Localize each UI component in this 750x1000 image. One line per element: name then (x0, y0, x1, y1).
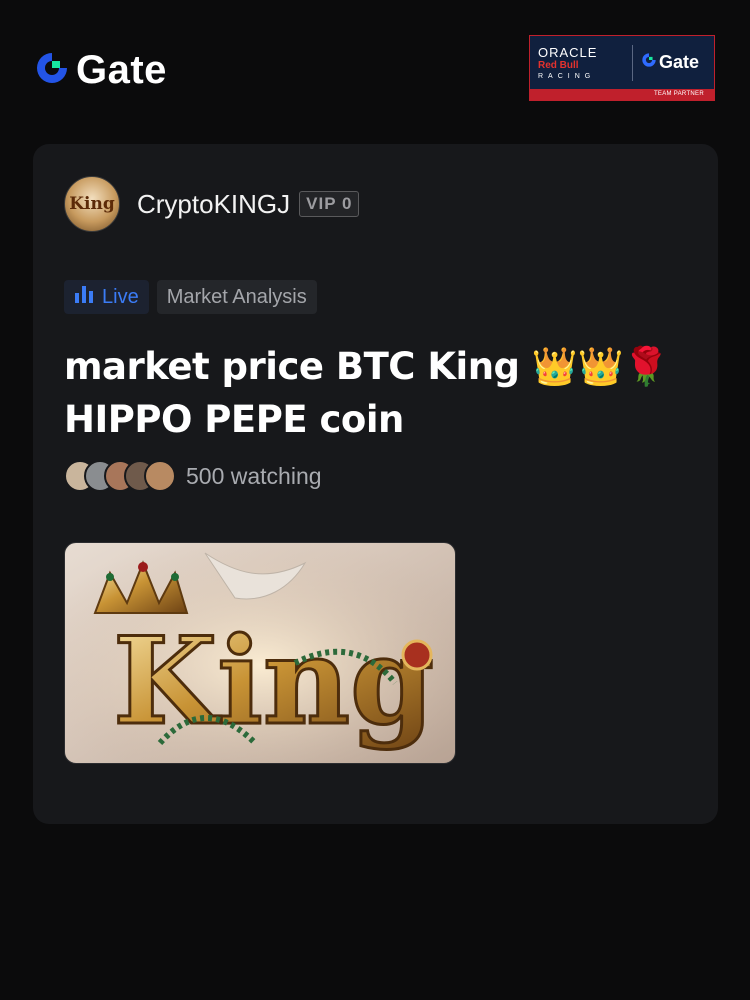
author-row[interactable]: King CryptoKINGJ VIP 0 (64, 176, 360, 232)
gate-logo[interactable]: Gate (34, 48, 167, 93)
racing-label: RACING (538, 72, 596, 80)
brand-name: Gate (76, 48, 167, 92)
gate-logo-icon (34, 50, 70, 91)
team-partner-strip: TEAM PARTNER (530, 89, 714, 100)
avatar[interactable]: King (64, 176, 120, 232)
vip-badge: VIP 0 (299, 191, 360, 217)
live-label: Live (102, 285, 139, 308)
gate-small-icon (641, 52, 657, 73)
partner-gate-label: Gate (659, 52, 700, 72)
page: Gate ORACLE Red Bull RACING Gate TEAM PA… (0, 0, 750, 1000)
oracle-label: ORACLE (538, 44, 598, 60)
tag-row: Live Market Analysis (64, 280, 317, 314)
king-artwork: King (65, 543, 455, 763)
post-title[interactable]: market price BTC King 👑👑🌹 HIPPO PEPE coi… (64, 340, 674, 446)
watcher-avatars (64, 460, 176, 492)
partner-divider (632, 44, 633, 81)
author-name[interactable]: CryptoKINGJ (137, 189, 290, 220)
avatar-logo: King (69, 194, 115, 214)
live-bars-icon (74, 285, 94, 309)
live-post-card[interactable]: King CryptoKINGJ VIP 0 Live Market Analy… (33, 144, 718, 824)
cover-image[interactable]: King (64, 542, 456, 764)
watchers-row: 500 watching (64, 460, 322, 492)
redbull-label: Red Bull (538, 59, 579, 71)
watcher-avatar (144, 460, 176, 492)
team-partner-badge: ORACLE Red Bull RACING Gate TEAM PARTNER (529, 35, 715, 101)
live-tag[interactable]: Live (64, 280, 149, 314)
category-label: Market Analysis (166, 285, 307, 308)
watching-count: 500 watching (186, 462, 322, 489)
category-tag[interactable]: Market Analysis (156, 280, 317, 314)
cover-lettering: King (113, 611, 434, 752)
